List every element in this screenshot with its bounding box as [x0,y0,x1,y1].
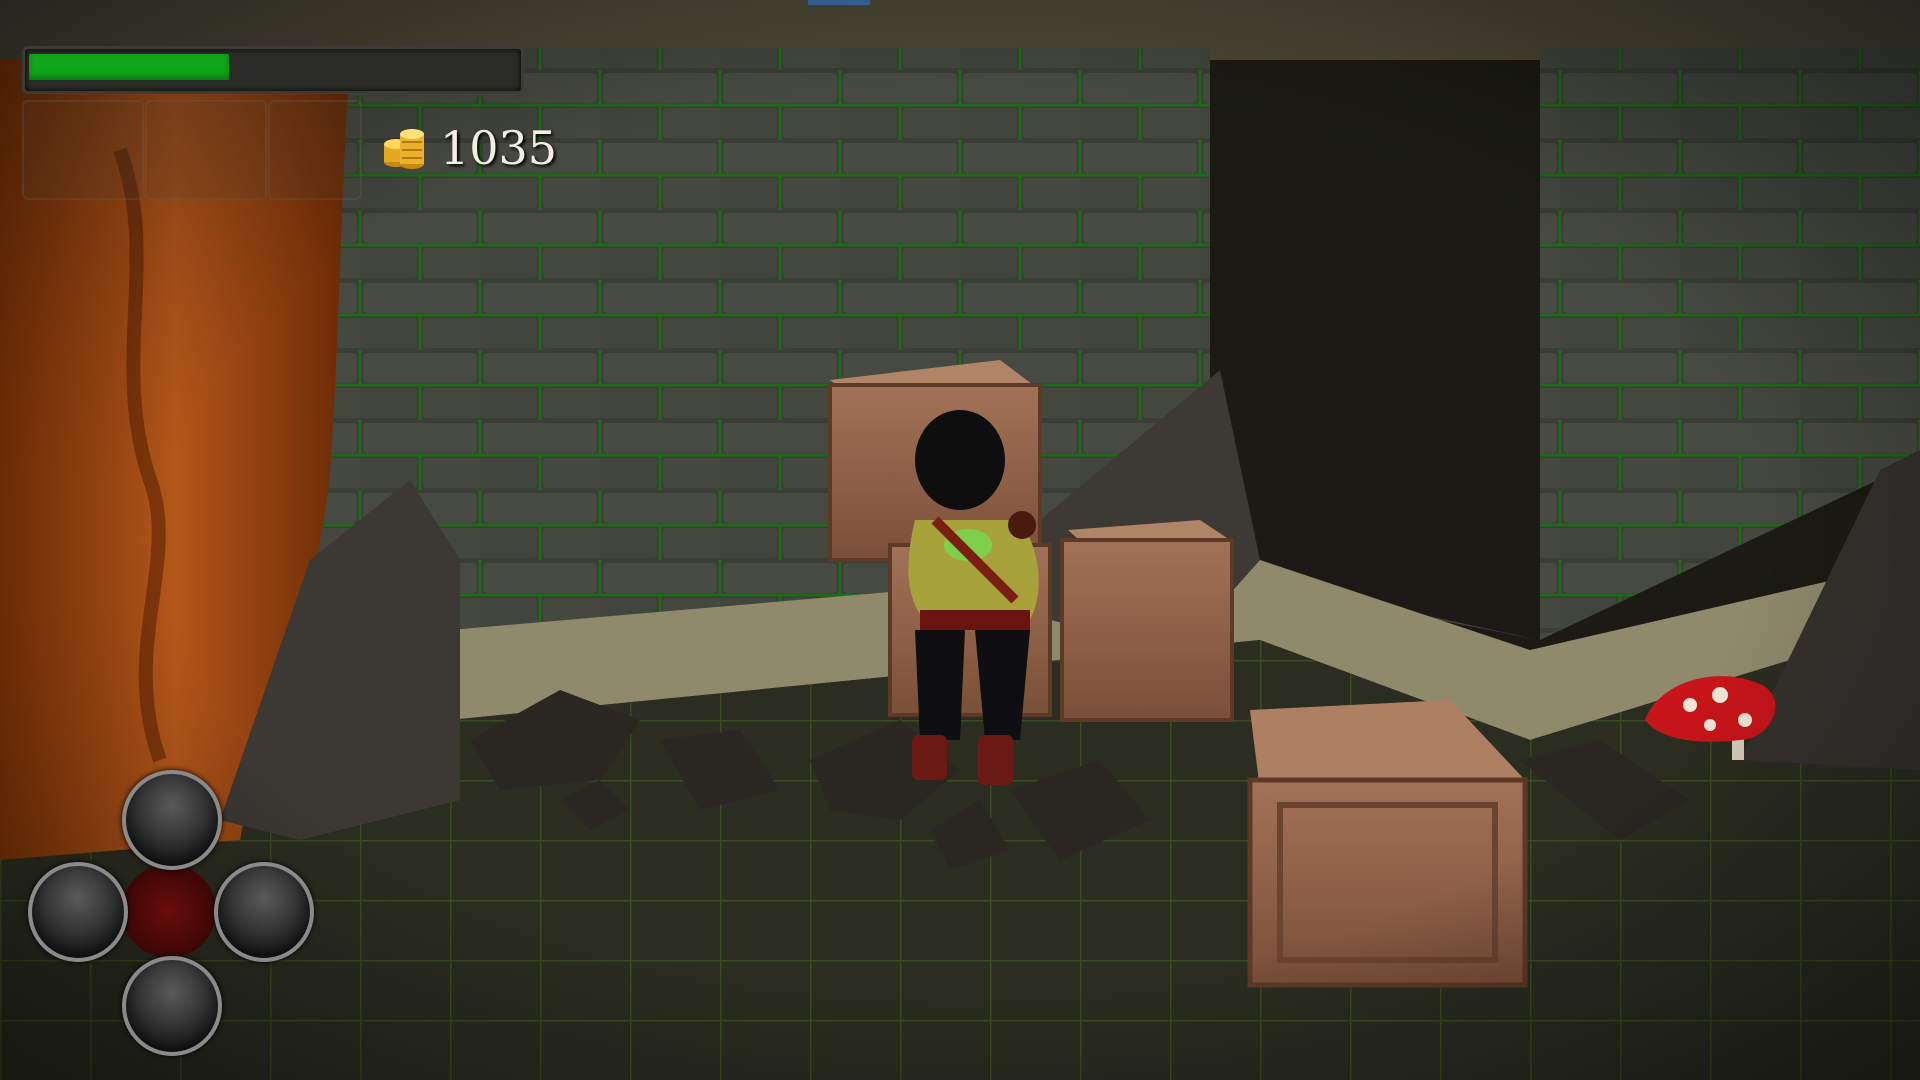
dpad-right-button[interactable] [214,862,314,962]
dpad-center [122,864,216,958]
dpad-down-button[interactable] [122,956,222,1056]
health-bar-fill [29,54,229,80]
dpad-up-button[interactable] [122,770,222,870]
health-bar [22,46,524,94]
dpad-left-button[interactable] [28,862,128,962]
dpad-control [28,770,314,1056]
